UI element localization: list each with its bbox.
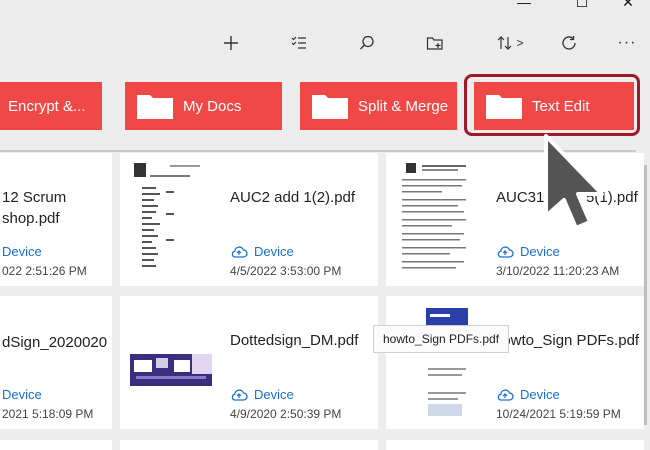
- more-button[interactable]: ···: [610, 26, 644, 60]
- file-date: 3/10/2022 11:20:23 AM: [496, 264, 620, 278]
- file-name: 12 Scrum: [2, 189, 67, 206]
- mouse-pointer-icon: [544, 134, 604, 230]
- file-card[interactable]: [0, 440, 112, 450]
- folder-icon: [137, 93, 173, 119]
- search-button[interactable]: [350, 26, 384, 60]
- refresh-icon: [562, 36, 576, 50]
- file-card[interactable]: [120, 440, 378, 450]
- file-location: Device: [230, 244, 294, 259]
- pdf-thumbnail: [130, 304, 212, 421]
- cloud-icon: [231, 246, 248, 258]
- folder-label: Split & Merge: [358, 97, 449, 115]
- search-icon: [360, 35, 374, 50]
- file-location: Device: [496, 387, 560, 402]
- add-button[interactable]: [214, 26, 248, 60]
- more-icon: ···: [617, 34, 637, 51]
- refresh-button[interactable]: [552, 26, 586, 60]
- file-card[interactable]: [386, 440, 644, 450]
- file-location: Device: [2, 244, 42, 259]
- file-location: Device: [496, 244, 560, 259]
- sort-icon: [498, 36, 512, 50]
- cloud-icon: [231, 389, 248, 401]
- folder-label: Encrypt &...: [8, 97, 86, 115]
- file-card[interactable]: howto_Sign PDFs.pdf Device 10/24/2021 5:…: [386, 296, 644, 429]
- scrollbar[interactable]: [644, 165, 647, 425]
- file-location: Device: [230, 387, 294, 402]
- file-name: dSign_2020020: [2, 334, 108, 351]
- file-name: Dottedsign_DM.pdf: [230, 332, 359, 349]
- folder-label: My Docs: [183, 97, 242, 115]
- cloud-icon: [497, 246, 514, 258]
- pdf-thumbnail: [130, 161, 212, 278]
- file-date: 4/5/2022 3:53:00 PM: [230, 264, 342, 278]
- file-card[interactable]: 12 Scrum shop.pdf Device 022 2:51:26 PM: [0, 153, 112, 286]
- add-icon: [224, 36, 238, 50]
- sort-chevron: >: [516, 36, 524, 50]
- file-card[interactable]: Dottedsign_DM.pdf Device 4/9/2020 2:50:3…: [120, 296, 378, 429]
- sort-button[interactable]: >: [490, 26, 530, 60]
- file-date: 022 2:51:26 PM: [2, 264, 87, 278]
- file-date: 2021 5:18:09 PM: [2, 407, 94, 421]
- minimize-button[interactable]: —: [514, 0, 534, 14]
- file-date: 10/24/2021 5:19:59 PM: [496, 407, 621, 421]
- pdf-thumbnail: [396, 161, 478, 278]
- file-date: 4/9/2020 2:50:39 PM: [230, 407, 342, 421]
- select-list-button[interactable]: [282, 26, 316, 60]
- maximize-button[interactable]: ☐: [572, 0, 592, 14]
- folder-my-docs[interactable]: My Docs: [125, 82, 282, 130]
- title-bar: — ☐ ✕: [0, 0, 650, 16]
- close-button[interactable]: ✕: [618, 0, 638, 14]
- cloud-icon: [497, 389, 514, 401]
- file-card[interactable]: AUC2 add 1(2).pdf Device 4/5/2022 3:53:0…: [120, 153, 378, 286]
- new-folder-button[interactable]: [418, 26, 452, 60]
- file-name: AUC2 add 1(2).pdf: [230, 189, 356, 206]
- file-name-line2: shop.pdf: [2, 210, 60, 227]
- filename-tooltip: howto_Sign PDFs.pdf: [373, 325, 510, 353]
- folder-icon: [312, 93, 348, 119]
- file-card[interactable]: dSign_2020020 Device 2021 5:18:09 PM: [0, 296, 112, 429]
- folder-split-merge[interactable]: Split & Merge: [300, 82, 457, 130]
- toolbar: > ···: [0, 16, 650, 72]
- file-name: howto_Sign PDFs.pdf: [494, 332, 640, 349]
- folder-encrypt[interactable]: Encrypt &...: [0, 82, 102, 130]
- pdf-thumbnail: [396, 304, 478, 421]
- file-location: Device: [2, 387, 42, 402]
- highlight-box: [464, 74, 640, 136]
- select-list-icon: [291, 36, 306, 49]
- new-folder-icon: [426, 37, 443, 50]
